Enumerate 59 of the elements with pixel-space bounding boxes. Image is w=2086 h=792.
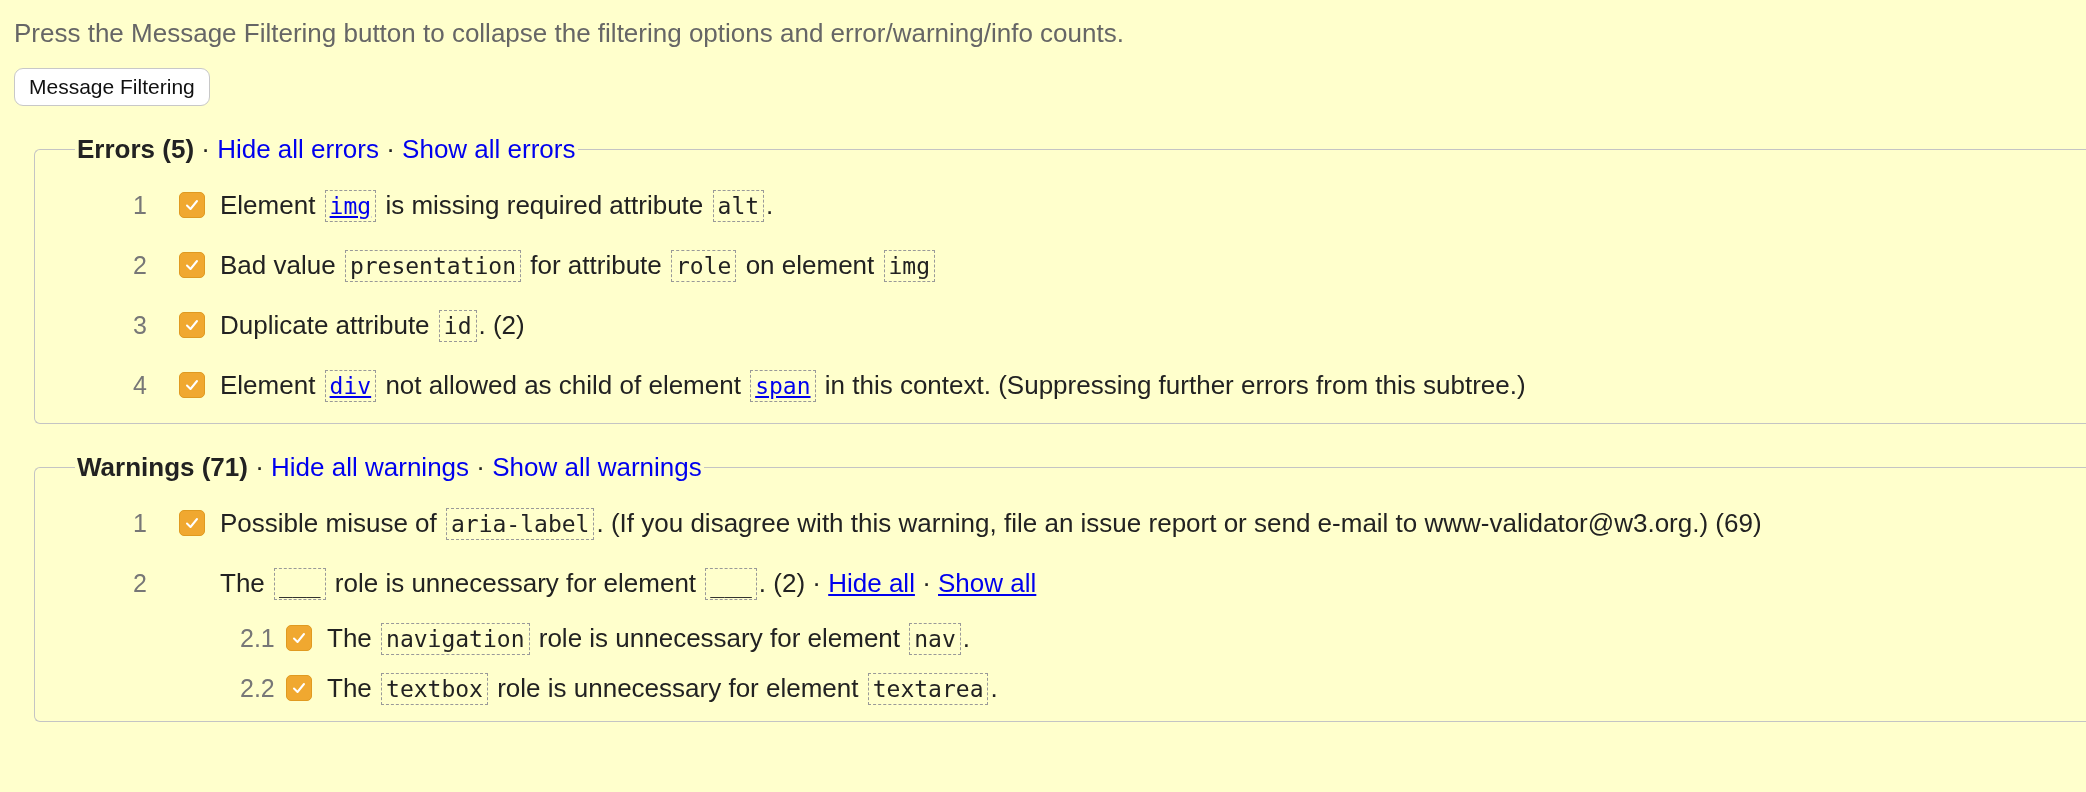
checkbox[interactable]: [179, 372, 205, 398]
show-all-link[interactable]: Show all warnings: [492, 452, 702, 482]
code-link[interactable]: div: [324, 369, 377, 402]
message-text: Duplicate attribute id . (2): [220, 308, 525, 344]
code-link[interactable]: span: [750, 369, 816, 402]
check-icon: [292, 682, 306, 694]
hide-all-link[interactable]: Hide all errors: [217, 134, 379, 164]
message-text: The navigation role is unnecessary for element nav .: [327, 621, 971, 657]
code-token: nav: [909, 622, 961, 655]
message-number: 2.2: [240, 673, 276, 703]
code-token: textarea: [867, 672, 989, 705]
checkbox[interactable]: [286, 625, 312, 651]
code-token: id: [438, 309, 477, 342]
message-filtering-button[interactable]: Message Filtering: [14, 68, 210, 106]
code-token: alt: [712, 189, 765, 222]
hide-all-link[interactable]: Hide all warnings: [271, 452, 470, 482]
code-token: navigation: [381, 622, 530, 655]
message-number: 4: [133, 370, 148, 400]
message-number: 1: [133, 190, 148, 220]
checkbox[interactable]: [179, 510, 205, 536]
code-token: role: [671, 249, 737, 282]
message-text: The textbox role is unnecessary for element textarea .: [327, 671, 998, 707]
code-token: ___: [705, 567, 757, 600]
separator-dot: ·: [254, 452, 265, 482]
code-link[interactable]: img: [324, 189, 377, 222]
check-icon: [185, 199, 199, 211]
separator-dot: ·: [200, 134, 211, 164]
message-number: 2: [133, 568, 148, 598]
checkbox[interactable]: [179, 252, 205, 278]
message-number: 2: [133, 250, 148, 280]
check-icon: [185, 319, 199, 331]
code-token: aria-label: [446, 507, 595, 540]
filter-link[interactable]: Show all: [938, 567, 1037, 598]
check-icon: [185, 259, 199, 271]
filter-link[interactable]: Hide all: [828, 567, 915, 598]
message-number: 2.1: [240, 623, 276, 653]
message-text: The ___ role is unnecessary for element ___ . (2) · Hide all · Show all: [220, 566, 1037, 602]
intro-text: Press the Message Filtering button to collapse the filtering options and error/warning/info counts.: [14, 17, 1125, 50]
check-icon: [292, 632, 306, 644]
check-icon: [185, 379, 199, 391]
message-number: 1: [133, 508, 148, 538]
code-token: presentation: [344, 249, 522, 282]
message-text: Element div not allowed as child of element span in this context. (Suppressing further errors from this subtree.): [220, 368, 1526, 404]
code-token: img: [883, 249, 936, 282]
code-token: textbox: [381, 672, 488, 705]
checkbox[interactable]: [179, 312, 205, 338]
section-title: Errors (5): [77, 134, 195, 164]
separator-dot: ·: [385, 134, 396, 164]
code-token: ___: [274, 567, 326, 600]
message-number: 3: [133, 310, 148, 340]
checkbox[interactable]: [179, 192, 205, 218]
checkbox[interactable]: [286, 675, 312, 701]
section-title: Warnings (71): [77, 452, 248, 482]
show-all-link[interactable]: Show all errors: [402, 134, 576, 164]
separator-dot: ·: [475, 452, 486, 482]
message-text: Bad value presentation for attribute role on element img: [220, 244, 938, 286]
check-icon: [185, 517, 199, 529]
message-text: Possible misuse of aria-label . (If you disagree with this warning, file an issue report or send e-mail to www-validator@w3.org.) (69): [220, 506, 1762, 542]
message-text: Element img is missing required attribute alt .: [220, 188, 774, 224]
